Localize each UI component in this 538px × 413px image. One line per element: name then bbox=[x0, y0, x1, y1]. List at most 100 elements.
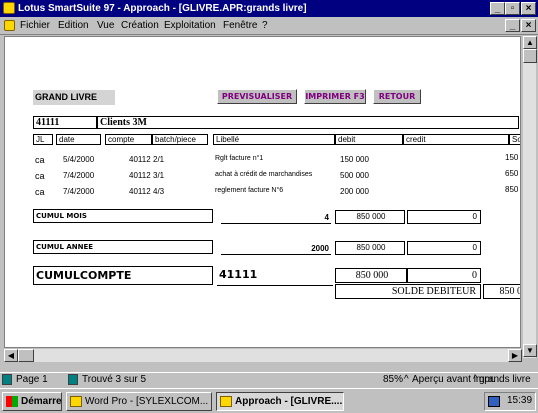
separator-line bbox=[217, 285, 333, 286]
cumul-compte-label: CUMULCOMPTE bbox=[33, 266, 213, 285]
col-debit: debit bbox=[335, 134, 403, 145]
col-libelle: Libellé bbox=[213, 134, 335, 145]
scroll-thumb[interactable] bbox=[523, 49, 537, 63]
task-approach[interactable]: Approach - [GLIVRE.... bbox=[216, 392, 344, 411]
status-found: Trouvé 3 sur 5 bbox=[82, 374, 147, 385]
status-bar: Page 1 Trouvé 3 sur 5 85% ^ Aperçu avant… bbox=[0, 372, 538, 386]
row-libelle: achat à crédit de marchandises bbox=[215, 171, 313, 178]
row-debit: 150 000 bbox=[340, 155, 369, 164]
menu-help[interactable]: ? bbox=[262, 20, 268, 31]
cumul-annee-period: 2000 bbox=[311, 244, 329, 253]
account-name: Clients 3M bbox=[97, 116, 519, 129]
vertical-scrollbar[interactable]: ▲ ▼ bbox=[522, 36, 537, 358]
close-button[interactable]: × bbox=[521, 2, 536, 15]
status-zoom[interactable]: 85% bbox=[383, 373, 403, 386]
menu-edition[interactable]: Edition bbox=[58, 20, 89, 31]
menu-fenetre[interactable]: Fenêtre bbox=[223, 20, 257, 31]
horizontal-scrollbar[interactable]: ◀ ▶ bbox=[4, 349, 522, 362]
report-preview: GRAND LIVRE PREVISUALISER IMPRIMER F3 RE… bbox=[4, 36, 521, 348]
row-solde: 150 bbox=[505, 153, 519, 162]
caret-icon: ^ bbox=[404, 374, 409, 385]
previsualiser-button[interactable]: PREVISUALISER bbox=[217, 89, 297, 104]
menu-fichier[interactable]: Fichier bbox=[20, 20, 50, 31]
cumul-mois-label: CUMUL MOIS bbox=[33, 209, 213, 223]
col-solde: Solde bbox=[509, 134, 520, 145]
scroll-down-icon[interactable]: ▼ bbox=[523, 344, 537, 357]
cumul-compte-account: 41111 bbox=[219, 268, 258, 281]
row-libelle: reglement facture N°6 bbox=[215, 187, 284, 194]
doc-minimize-button[interactable]: _ bbox=[505, 19, 520, 32]
row-jl: ca bbox=[35, 171, 45, 181]
grand-livre-label: GRAND LIVRE bbox=[33, 90, 115, 105]
menu-exploitation[interactable]: Exploitation bbox=[164, 20, 216, 31]
lotus-icon bbox=[70, 396, 82, 407]
row-libelle: Rglt facture n°1 bbox=[215, 155, 264, 162]
cumul-mois-debit: 850 000 bbox=[335, 210, 405, 224]
minimize-button[interactable]: _ bbox=[490, 2, 505, 15]
maximize-button[interactable]: ▫ bbox=[505, 2, 520, 15]
cumul-annee-label: CUMUL ANNEE bbox=[33, 240, 213, 254]
menu-vue[interactable]: Vue bbox=[97, 20, 114, 31]
separator-line bbox=[221, 254, 331, 255]
menu-creation[interactable]: Création bbox=[121, 20, 159, 31]
row-piece: 4/3 bbox=[153, 187, 165, 196]
retour-button[interactable]: RETOUR bbox=[373, 89, 421, 104]
col-jl: JL bbox=[33, 134, 53, 145]
status-page: Page 1 bbox=[16, 374, 48, 385]
lotus-app-icon[interactable] bbox=[3, 2, 15, 14]
row-compte: 40112 bbox=[129, 187, 151, 196]
row-piece: 3/1 bbox=[153, 171, 165, 180]
hscroll-thumb[interactable] bbox=[18, 349, 34, 362]
cumul-mois-period: 4 bbox=[324, 213, 329, 222]
cumul-annee-credit: 0 bbox=[407, 241, 481, 255]
cumul-compte-debit: 850 000 bbox=[335, 268, 407, 283]
col-credit: credit bbox=[403, 134, 509, 145]
find-nav-icon[interactable] bbox=[68, 374, 78, 385]
separator-line bbox=[221, 223, 331, 224]
col-compte: compte bbox=[105, 134, 152, 145]
solde-debiteur-value: 850 0 bbox=[483, 284, 520, 299]
cumul-annee-debit: 850 000 bbox=[335, 241, 405, 255]
cumul-compte-credit: 0 bbox=[407, 268, 481, 283]
scroll-up-icon[interactable]: ▲ bbox=[523, 36, 537, 49]
start-button[interactable]: Démarrer bbox=[2, 392, 62, 411]
row-compte: 40112 bbox=[129, 171, 151, 180]
account-number: 41111 bbox=[33, 116, 97, 129]
start-label: Démarrer bbox=[21, 396, 62, 407]
solde-debiteur-label: SOLDE DEBITEUR bbox=[335, 284, 481, 299]
status-view[interactable]: grands livre bbox=[479, 373, 531, 386]
approach-icon bbox=[220, 396, 232, 407]
row-jl: ca bbox=[35, 155, 45, 165]
taskbar: Démarrer Word Pro - [SYLEXLCOM... Approa… bbox=[0, 388, 538, 413]
row-debit: 200 000 bbox=[340, 187, 369, 196]
tray-icon[interactable] bbox=[488, 396, 500, 407]
col-date: date bbox=[56, 134, 101, 145]
scroll-right-icon[interactable]: ▶ bbox=[508, 349, 522, 362]
window-title: Lotus SmartSuite 97 - Approach - [GLIVRE… bbox=[18, 3, 307, 14]
document-icon[interactable] bbox=[4, 20, 15, 31]
row-date: 5/4/2000 bbox=[63, 155, 95, 164]
doc-close-button[interactable]: × bbox=[521, 19, 536, 32]
system-tray: 15:39 bbox=[484, 392, 536, 411]
cumul-mois-credit: 0 bbox=[407, 210, 481, 224]
task-word-pro-label: Word Pro - [SYLEXLCOM... bbox=[85, 396, 209, 407]
row-compte: 40112 bbox=[129, 155, 151, 164]
imprimer-button[interactable]: IMPRIMER F3 bbox=[304, 89, 366, 104]
clock: 15:39 bbox=[507, 395, 533, 406]
row-piece: 2/1 bbox=[153, 155, 165, 164]
row-solde: 850 bbox=[505, 185, 519, 194]
row-jl: ca bbox=[35, 187, 45, 197]
row-date: 7/4/2000 bbox=[63, 171, 95, 180]
scroll-left-icon[interactable]: ◀ bbox=[4, 349, 18, 362]
row-debit: 500 000 bbox=[340, 171, 369, 180]
caret-icon: ^ bbox=[473, 374, 478, 385]
task-approach-label: Approach - [GLIVRE.... bbox=[235, 396, 343, 407]
task-word-pro[interactable]: Word Pro - [SYLEXLCOM... bbox=[66, 392, 212, 411]
menu-bar: Fichier Edition Vue Création Exploitatio… bbox=[0, 17, 538, 35]
page-nav-icon[interactable] bbox=[2, 374, 12, 385]
col-batch: batch/piece bbox=[152, 134, 208, 145]
row-solde: 650 bbox=[505, 169, 519, 178]
title-bar: Lotus SmartSuite 97 - Approach - [GLIVRE… bbox=[0, 0, 538, 17]
row-date: 7/4/2000 bbox=[63, 187, 95, 196]
windows-logo-icon bbox=[6, 396, 18, 407]
